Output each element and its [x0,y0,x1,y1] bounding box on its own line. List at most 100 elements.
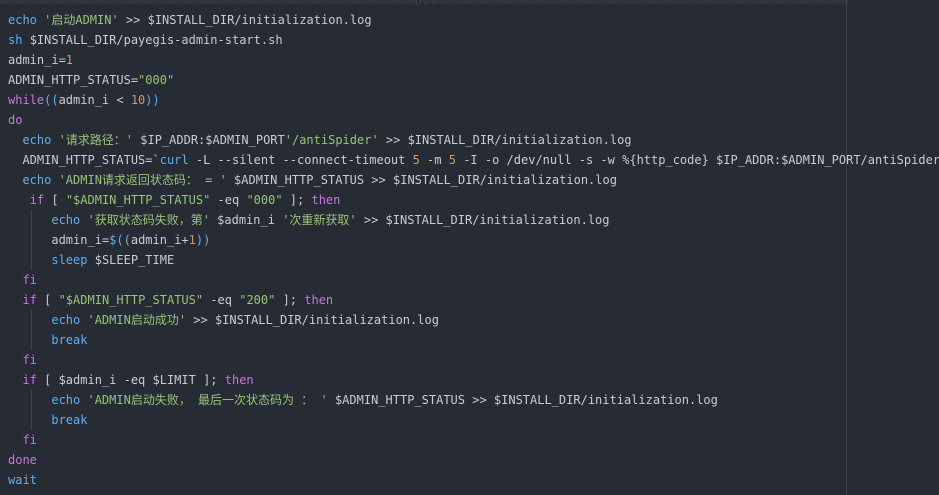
code-token: if [29,193,45,207]
code-token: echo [51,313,88,327]
code-token: then [304,293,334,307]
indent-guide [31,410,32,430]
code-line[interactable]: break [8,330,939,350]
code-token: admin_i < [58,93,131,107]
code-editor[interactable]: ########################################… [0,0,939,495]
code-line[interactable]: if [ $admin_i -eq $LIMIT ]; then [8,370,939,390]
code-token: '/antiSpider' [284,133,379,147]
code-line[interactable]: echo 'ADMIN请求返回状态码： = ' $ADMIN_HTTP_STAT… [8,170,939,190]
code-area[interactable]: echo '启动ADMIN' >> $INSTALL_DIR/initializ… [8,10,939,490]
code-line[interactable]: echo 'ADMIN启动成功' >> $INSTALL_DIR/initial… [8,310,939,330]
code-token: sleep [51,253,95,267]
code-token: )) [145,93,160,107]
indent-guide [31,230,32,250]
code-token: "000" [138,73,175,87]
code-token: admin_i+ [130,233,189,247]
code-token: $admin_i [209,213,283,227]
code-token: $SLEEP_TIME [94,253,175,267]
code-line[interactable]: break [8,410,939,430]
code-token: [ $admin_i -eq $LIMIT ]; [36,373,225,387]
code-line[interactable]: ADMIN_HTTP_STATUS="000" [8,70,939,90]
code-line[interactable]: wait [8,470,939,490]
code-line[interactable]: echo '请求路径：' $IP_ADDR:$ADMIN_PORT'/antiS… [8,130,939,150]
code-token: '启动ADMIN' [44,13,119,27]
code-token: '次重新获取' [282,213,357,227]
code-token: done [8,453,37,467]
code-token: admin_i= [8,53,66,67]
code-line[interactable]: admin_i=1 [8,50,939,70]
indent-guide [31,210,32,230]
code-line[interactable]: sleep $SLEEP_TIME [8,250,939,270]
code-token: $ADMIN_HTTP_STATUS >> $INSTALL_DIR/initi… [327,393,718,407]
code-token: -m [419,153,449,167]
code-token: [ [36,293,59,307]
code-line[interactable]: if [ "$ADMIN_HTTP_STATUS" -eq "200" ]; t… [8,290,939,310]
code-token: $(( [109,233,131,247]
code-token: break [51,333,88,347]
code-token: echo [8,13,45,27]
code-token: 5 [412,153,420,167]
code-token: -L --silent --connect-timeout [188,153,413,167]
code-line[interactable]: fi [8,350,939,370]
code-token: '获取状态码失败，第' [87,213,210,227]
code-token: "$ADMIN_HTTP_STATUS" [65,193,211,207]
code-token: $IP_ADDR:$ADMIN_PORT [133,133,285,147]
code-token: 1 [65,53,74,67]
code-token: fi [22,273,37,287]
code-token: ADMIN_HTTP_STATUS= [8,73,139,87]
code-token: fi [22,433,37,447]
code-line[interactable]: done [8,450,939,470]
code-token: then [224,373,254,387]
code-token: admin_i= [8,233,110,247]
indent-guide [31,310,32,330]
code-line[interactable]: if [ "$ADMIN_HTTP_STATUS" -eq "000" ]; t… [8,190,939,210]
code-token: 'ADMIN启动成功' [87,313,187,327]
code-line[interactable]: fi [8,270,939,290]
code-line[interactable]: sh $INSTALL_DIR/payegis-admin-start.sh [8,30,939,50]
code-token: while [8,93,45,107]
code-token: >> $INSTALL_DIR/initialization.log [118,13,372,27]
code-token: "200" [239,293,276,307]
code-token: wait [8,473,37,487]
code-line[interactable]: admin_i=$((admin_i+1)) [8,230,939,250]
code-token: "000" [246,193,283,207]
indent-guide [31,390,32,410]
code-token: break [51,413,88,427]
code-token: echo [51,393,88,407]
code-token: if [22,373,37,387]
code-token: ]; [282,193,312,207]
indent-guide [31,330,32,350]
code-token: (( [44,93,59,107]
code-token: 'ADMIN启动失败， 最后一次状态码为 ： ' [87,393,328,407]
code-token: if [22,293,37,307]
code-token: $ADMIN_HTTP_STATUS >> $INSTALL_DIR/initi… [226,173,617,187]
code-token: 5 [448,153,456,167]
code-line[interactable]: echo '启动ADMIN' >> $INSTALL_DIR/initializ… [8,10,939,30]
code-token: )) [195,233,211,247]
code-token: echo [22,173,59,187]
code-line[interactable]: echo '获取状态码失败，第' $admin_i '次重新获取' >> $IN… [8,210,939,230]
code-token: 1 [188,233,196,247]
code-line[interactable]: while((admin_i < 10)) [8,90,939,110]
code-token: -eq [210,193,247,207]
code-line[interactable]: ADMIN_HTTP_STATUS=`curl -L --silent --co… [8,150,939,170]
code-token: 10 [130,93,146,107]
code-token: ADMIN_HTTP_STATUS=` [8,153,160,167]
code-line[interactable]: fi [8,430,939,450]
indent-guide [31,250,32,270]
code-line[interactable]: do [8,110,939,130]
code-line[interactable]: echo 'ADMIN启动失败， 最后一次状态码为 ： ' $ADMIN_HTT… [8,390,939,410]
code-token: >> $INSTALL_DIR/initialization.log [356,213,610,227]
code-token: -eq [203,293,240,307]
